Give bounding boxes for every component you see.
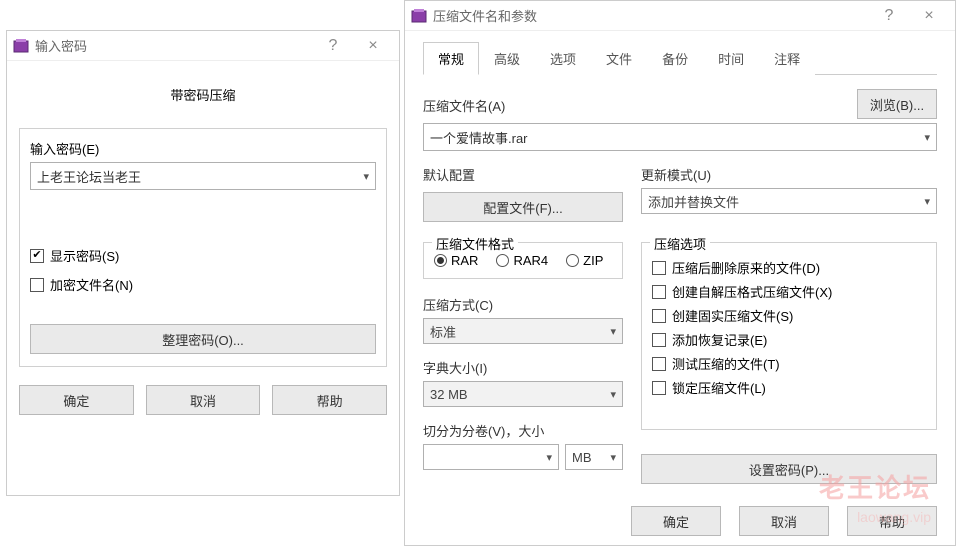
options-legend: 压缩选项 — [650, 234, 710, 253]
opt-lock[interactable]: 锁定压缩文件(L) — [652, 378, 926, 397]
tab-time[interactable]: 时间 — [703, 42, 759, 75]
checkbox-unchecked-icon — [30, 278, 44, 292]
format-rar4-radio[interactable]: RAR4 — [496, 253, 548, 268]
chevron-down-icon[interactable]: ▾ — [546, 451, 552, 464]
password-value: 上老王论坛当老王 — [37, 167, 141, 186]
archive-dialog: 压缩文件名和参数 ? × 常规 高级 选项 文件 备份 时间 注释 压缩文件名(… — [404, 0, 956, 546]
show-password-checkbox[interactable]: ✔ 显示密码(S) — [30, 246, 376, 265]
chevron-down-icon[interactable]: ▾ — [610, 451, 616, 464]
password-dialog: 输入密码 ? × 带密码压缩 输入密码(E) 上老王论坛当老王 ▾ ✔ 显示密码… — [6, 30, 400, 496]
set-password-button[interactable]: 设置密码(P)... — [641, 454, 937, 484]
dict-select[interactable]: 32 MB ▾ — [423, 381, 623, 407]
split-unit-select[interactable]: MB ▾ — [565, 444, 623, 470]
close-icon[interactable]: × — [909, 7, 949, 25]
opt-delete-after[interactable]: 压缩后删除原来的文件(D) — [652, 258, 926, 277]
update-mode-label: 更新模式(U) — [641, 165, 937, 184]
password-subtitle: 带密码压缩 — [19, 85, 387, 104]
opt-recovery[interactable]: 添加恢复记录(E) — [652, 330, 926, 349]
format-zip-radio[interactable]: ZIP — [566, 253, 603, 268]
tab-advanced[interactable]: 高级 — [479, 42, 535, 75]
chevron-down-icon[interactable]: ▾ — [924, 195, 930, 208]
method-select[interactable]: 标准 ▾ — [423, 318, 623, 344]
browse-button[interactable]: 浏览(B)... — [857, 89, 937, 119]
password-input[interactable]: 上老王论坛当老王 ▾ — [30, 162, 376, 190]
password-help-button[interactable]: 帮助 — [272, 385, 387, 415]
password-ok-button[interactable]: 确定 — [19, 385, 134, 415]
checkbox-checked-icon: ✔ — [30, 249, 44, 263]
archive-cancel-button[interactable]: 取消 — [739, 506, 829, 536]
password-cancel-button[interactable]: 取消 — [146, 385, 261, 415]
update-mode-select[interactable]: 添加并替换文件 ▾ — [641, 188, 937, 214]
split-label: 切分为分卷(V)，大小 — [423, 421, 623, 440]
archive-name-label: 压缩文件名(A) — [423, 96, 505, 115]
chevron-down-icon[interactable]: ▾ — [610, 388, 616, 401]
password-field-label: 输入密码(E) — [30, 139, 376, 158]
chevron-down-icon[interactable]: ▾ — [924, 131, 930, 144]
archive-name-input[interactable]: 一个爱情故事.rar ▾ — [423, 123, 937, 151]
opt-sfx[interactable]: 创建自解压格式压缩文件(X) — [652, 282, 926, 301]
tab-backup[interactable]: 备份 — [647, 42, 703, 75]
tab-general[interactable]: 常规 — [423, 42, 479, 75]
password-titlebar: 输入密码 ? × — [7, 31, 399, 61]
archive-ok-button[interactable]: 确定 — [631, 506, 721, 536]
archive-titlebar: 压缩文件名和参数 ? × — [405, 1, 955, 31]
format-rar-radio[interactable]: RAR — [434, 253, 478, 268]
tab-files[interactable]: 文件 — [591, 42, 647, 75]
tab-options[interactable]: 选项 — [535, 42, 591, 75]
winrar-icon — [13, 38, 29, 54]
format-fieldset: 压缩文件格式 RAR RAR4 ZIP — [423, 242, 623, 279]
default-profile-label: 默认配置 — [423, 165, 623, 184]
format-legend: 压缩文件格式 — [432, 234, 518, 253]
archive-tabs: 常规 高级 选项 文件 备份 时间 注释 — [423, 41, 937, 75]
method-label: 压缩方式(C) — [423, 295, 623, 314]
profiles-button[interactable]: 配置文件(F)... — [423, 192, 623, 222]
password-group: 输入密码(E) 上老王论坛当老王 ▾ ✔ 显示密码(S) 加密文件名(N) 整理… — [19, 128, 387, 367]
tab-comment[interactable]: 注释 — [759, 42, 815, 75]
dict-label: 字典大小(I) — [423, 358, 623, 377]
winrar-icon — [411, 8, 427, 24]
opt-test[interactable]: 测试压缩的文件(T) — [652, 354, 926, 373]
split-size-select[interactable]: ▾ — [423, 444, 559, 470]
close-icon[interactable]: × — [353, 37, 393, 55]
archive-name-value: 一个爱情故事.rar — [430, 128, 528, 147]
update-mode-value: 添加并替换文件 — [648, 192, 739, 211]
archive-help-button[interactable]: 帮助 — [847, 506, 937, 536]
show-password-label: 显示密码(S) — [50, 246, 119, 265]
opt-solid[interactable]: 创建固实压缩文件(S) — [652, 306, 926, 325]
encrypt-filename-label: 加密文件名(N) — [50, 275, 133, 294]
archive-help-icon[interactable]: ? — [869, 7, 909, 25]
password-title: 输入密码 — [35, 36, 313, 55]
options-fieldset: 压缩选项 压缩后删除原来的文件(D) 创建自解压格式压缩文件(X) 创建固实压缩… — [641, 242, 937, 430]
password-help-icon[interactable]: ? — [313, 37, 353, 55]
encrypt-filename-checkbox[interactable]: 加密文件名(N) — [30, 275, 376, 294]
chevron-down-icon[interactable]: ▾ — [610, 325, 616, 338]
chevron-down-icon[interactable]: ▾ — [363, 170, 369, 183]
archive-title: 压缩文件名和参数 — [433, 6, 869, 25]
manage-passwords-button[interactable]: 整理密码(O)... — [30, 324, 376, 354]
